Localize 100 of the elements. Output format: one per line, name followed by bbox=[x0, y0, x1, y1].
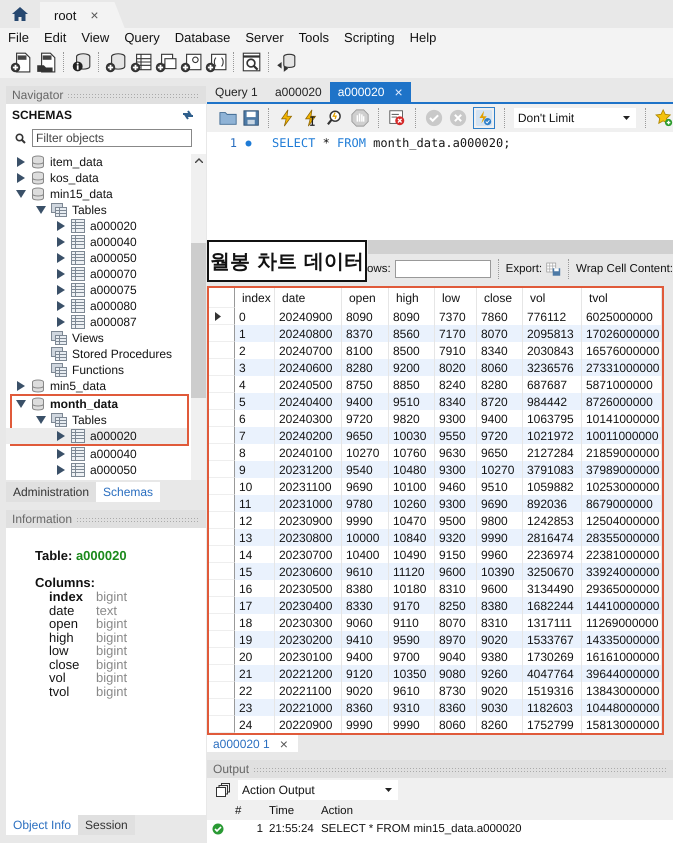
column-header[interactable]: index bbox=[235, 288, 275, 308]
sql-document-folder-icon[interactable] bbox=[35, 51, 57, 73]
menu-item[interactable]: Server bbox=[239, 30, 293, 44]
connection-tab[interactable]: root × bbox=[40, 2, 125, 28]
tree-item[interactable]: Views bbox=[6, 330, 191, 346]
menu-item[interactable]: Tools bbox=[292, 30, 338, 44]
hand-icon[interactable] bbox=[350, 108, 369, 128]
menu-item[interactable]: Database bbox=[168, 30, 240, 44]
autocommit-toggle[interactable] bbox=[472, 107, 495, 129]
row-header[interactable] bbox=[209, 308, 235, 325]
tree-item[interactable]: min15_data bbox=[6, 186, 191, 202]
tree-item[interactable]: kos_data bbox=[6, 170, 191, 186]
expand-arrow-icon[interactable] bbox=[17, 381, 25, 391]
editor-tab[interactable]: a000020 bbox=[267, 82, 330, 102]
expand-arrow-icon[interactable] bbox=[17, 173, 25, 183]
scroll-up-icon[interactable] bbox=[194, 158, 202, 163]
menu-item[interactable]: View bbox=[75, 30, 118, 44]
editor-tab[interactable]: Query 1 bbox=[207, 82, 267, 102]
limit-dropdown[interactable]: Don't Limit bbox=[514, 108, 636, 128]
folder-icon[interactable] bbox=[219, 109, 238, 127]
expand-arrow-icon[interactable] bbox=[57, 269, 65, 279]
refresh-icon[interactable] bbox=[182, 110, 194, 120]
column-header[interactable]: high bbox=[389, 288, 435, 308]
expand-arrow-icon[interactable] bbox=[57, 449, 65, 459]
column-header[interactable]: close bbox=[477, 288, 523, 308]
table-cell: 13 bbox=[235, 529, 275, 546]
output-mode-dropdown[interactable]: Action Output bbox=[238, 780, 398, 800]
collapse-arrow-icon[interactable] bbox=[36, 416, 46, 424]
column-header[interactable]: vol bbox=[523, 288, 582, 308]
filter-field[interactable]: Filter objects bbox=[32, 129, 192, 147]
column-header[interactable]: # bbox=[229, 805, 265, 817]
database-plus-icon[interactable] bbox=[105, 51, 127, 73]
expand-arrow-icon[interactable] bbox=[57, 221, 65, 231]
function-plus-icon[interactable] bbox=[205, 51, 227, 73]
expand-arrow-icon[interactable] bbox=[57, 237, 65, 247]
panel-tab[interactable]: Session bbox=[78, 815, 135, 835]
tree-item[interactable]: Tables bbox=[6, 202, 191, 218]
sidebar-tab[interactable]: Schemas bbox=[96, 482, 160, 502]
table-search-icon[interactable] bbox=[240, 51, 262, 73]
expand-arrow-icon[interactable] bbox=[57, 285, 65, 295]
column-header[interactable]: tvol bbox=[582, 288, 662, 308]
scrollbar[interactable] bbox=[191, 154, 206, 480]
expand-arrow-icon[interactable] bbox=[57, 301, 65, 311]
filter-rows-field[interactable] bbox=[394, 260, 491, 278]
tree-item[interactable]: a000075 bbox=[6, 282, 191, 298]
tree-item[interactable]: a000070 bbox=[6, 266, 191, 282]
collapse-arrow-icon[interactable] bbox=[36, 206, 46, 214]
column-header[interactable]: Time bbox=[265, 805, 317, 817]
result-tab[interactable]: a000020 1 × bbox=[207, 735, 298, 752]
expand-arrow-icon[interactable] bbox=[17, 157, 25, 167]
column-header[interactable]: low bbox=[435, 288, 477, 308]
star-plus-icon[interactable] bbox=[654, 108, 673, 128]
menu-item[interactable]: Help bbox=[404, 30, 446, 44]
tree-item[interactable]: a000040 bbox=[6, 234, 191, 250]
table-cell: 20230200 bbox=[275, 631, 342, 648]
tree-item[interactable]: a000050 bbox=[6, 250, 191, 266]
expand-arrow-icon[interactable] bbox=[57, 431, 65, 441]
collapse-arrow-icon[interactable] bbox=[16, 190, 26, 198]
tree-item[interactable]: a000040 bbox=[6, 446, 191, 462]
sidebar-tab[interactable]: Administration bbox=[6, 482, 96, 502]
tree-item[interactable]: Tables bbox=[6, 412, 187, 428]
table-plus-icon[interactable] bbox=[130, 51, 152, 73]
copy-icon[interactable] bbox=[216, 783, 230, 797]
tree-item[interactable]: a000020 bbox=[6, 428, 187, 444]
expand-arrow-icon[interactable] bbox=[57, 253, 65, 263]
grid-save-icon[interactable] bbox=[546, 260, 562, 278]
panel-tab[interactable]: Object Info bbox=[6, 815, 78, 835]
save-icon[interactable] bbox=[243, 109, 260, 127]
sql-document-plus-icon[interactable] bbox=[10, 51, 32, 73]
tree-item[interactable]: min5_data bbox=[6, 378, 191, 394]
close-icon[interactable]: × bbox=[280, 736, 288, 750]
export-label: Export: bbox=[506, 263, 542, 275]
table-cell: 10480 bbox=[389, 461, 435, 478]
menu-item[interactable]: Edit bbox=[38, 30, 76, 44]
menu-item[interactable]: Query bbox=[118, 30, 169, 44]
column-header[interactable]: open bbox=[342, 288, 389, 308]
tree-item[interactable]: Functions bbox=[6, 362, 191, 378]
database-arrows-icon[interactable] bbox=[275, 51, 297, 73]
column-header[interactable]: Action bbox=[317, 805, 353, 817]
expand-arrow-icon[interactable] bbox=[57, 317, 65, 327]
menu-item[interactable]: File bbox=[2, 30, 38, 44]
tree-item[interactable]: a000020 bbox=[6, 218, 191, 234]
tree-item[interactable]: a000050 bbox=[6, 462, 191, 478]
check-icon[interactable] bbox=[424, 108, 443, 128]
tree-item[interactable]: month_data bbox=[6, 396, 187, 412]
stop-error-icon[interactable] bbox=[388, 108, 406, 128]
column-header[interactable]: date bbox=[275, 288, 342, 308]
tree-item[interactable]: item_data bbox=[6, 154, 191, 170]
windows-plus-icon[interactable] bbox=[155, 51, 177, 73]
menu-item[interactable]: Scripting bbox=[338, 30, 404, 44]
expand-arrow-icon[interactable] bbox=[57, 465, 65, 475]
database-info-icon[interactable] bbox=[70, 51, 92, 73]
tree-item[interactable]: a000087 bbox=[6, 314, 191, 330]
tree-item[interactable]: a000080 bbox=[6, 298, 191, 314]
collapse-arrow-icon[interactable] bbox=[16, 400, 26, 408]
tree-item[interactable]: Stored Procedures bbox=[6, 346, 191, 362]
editor-tab[interactable]: a000020 × bbox=[330, 82, 411, 102]
close-icon[interactable]: × bbox=[394, 85, 403, 99]
close-icon[interactable]: × bbox=[90, 8, 99, 22]
table-cell: 14335000000 bbox=[582, 631, 662, 648]
